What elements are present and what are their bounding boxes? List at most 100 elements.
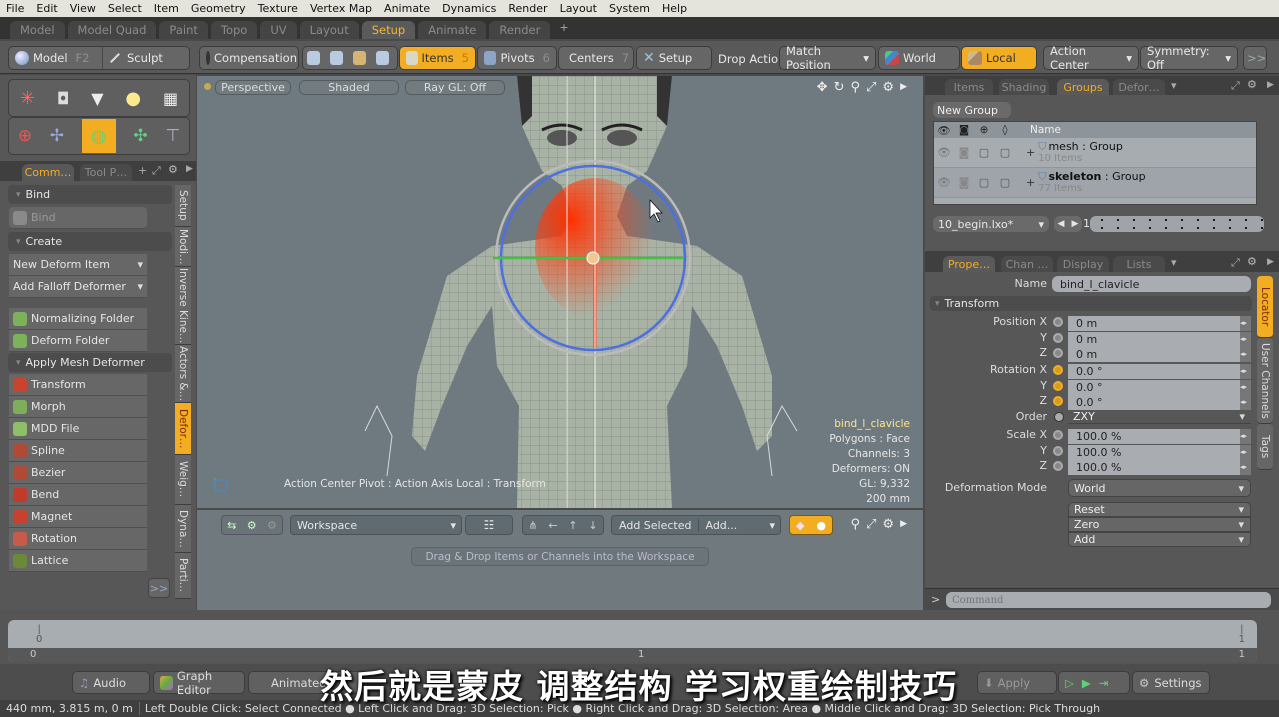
add-dropdown[interactable]: Add... xyxy=(699,519,743,532)
audio-button[interactable]: ♫ Audio xyxy=(72,671,150,694)
layout-tab-render[interactable]: Render xyxy=(489,21,551,39)
layout-tab-animate[interactable]: Animate xyxy=(418,21,487,39)
vtab-modi[interactable]: Modi… xyxy=(175,227,191,267)
key-icon[interactable] xyxy=(1053,317,1063,327)
material-mode-icon[interactable] xyxy=(376,51,389,65)
maximize-icon[interactable]: ⤢ xyxy=(1231,256,1240,270)
deformer-morph-button[interactable]: Morph xyxy=(9,396,147,418)
menu-layout[interactable]: Layout xyxy=(554,2,603,15)
character-mesh[interactable] xyxy=(197,76,923,508)
vtab-weig[interactable]: Weig… xyxy=(175,455,191,505)
key-icon[interactable] xyxy=(1053,380,1063,391)
menu-system[interactable]: System xyxy=(603,2,656,15)
bind-button[interactable]: Bind xyxy=(9,207,147,229)
value-field[interactable]: 0.0 ° xyxy=(1068,379,1240,395)
new-deform-item-dropdown[interactable]: New Deform Item ▾ xyxy=(9,254,147,276)
command-input[interactable] xyxy=(946,592,1271,608)
settings-button[interactable]: ⚙ Settings xyxy=(1132,671,1210,694)
toolbar-more-button[interactable]: >> xyxy=(1243,46,1267,70)
vtab-inverse-kine[interactable]: Inverse Kine… xyxy=(175,267,191,345)
scene-frames-strip[interactable] xyxy=(1090,216,1264,232)
tab-deformers[interactable]: Defor… xyxy=(1113,79,1165,95)
arrow-up-icon[interactable]: ↑ xyxy=(568,519,577,532)
setup-mode-button[interactable]: ✕ Setup xyxy=(636,46,712,70)
select-toggle[interactable]: ▢ xyxy=(994,176,1016,189)
order-dropdown[interactable]: ZXY xyxy=(1068,410,1251,424)
drag-arrows-icon[interactable]: ◂▸ xyxy=(1240,347,1251,362)
expand-icon[interactable]: + xyxy=(1026,176,1035,189)
add-selected-button[interactable]: Add Selected xyxy=(612,518,700,532)
key-icon[interactable] xyxy=(1053,396,1063,406)
lock-toggle[interactable]: ▢ xyxy=(974,146,994,159)
menu-geometry[interactable]: Geometry xyxy=(185,2,252,15)
key-icon[interactable] xyxy=(1053,365,1063,375)
chevron-down-icon[interactable]: ▾ xyxy=(1171,256,1177,269)
grid-layout-button[interactable]: ☷ xyxy=(465,515,513,535)
select-column-icon[interactable]: ◊ xyxy=(994,124,1016,136)
tab-command[interactable]: Comm… xyxy=(22,164,74,181)
gear-icon[interactable]: ⚙ xyxy=(1247,78,1257,91)
add-gear-icon[interactable]: ⚙ xyxy=(247,519,257,532)
vertex-mode-icon[interactable] xyxy=(307,51,320,65)
render-column-icon[interactable]: ◙ xyxy=(954,124,974,136)
tab-properties[interactable]: Prope… xyxy=(943,256,995,272)
item-name-field[interactable]: bind_l_clavicle xyxy=(1052,276,1251,292)
key-icon[interactable] xyxy=(1053,445,1063,456)
tab-groups[interactable]: Groups xyxy=(1057,79,1109,95)
layout-tab-layout[interactable]: Layout xyxy=(299,21,359,39)
deformer-bezier-button[interactable]: Bezier xyxy=(9,462,147,484)
value-field[interactable]: 0.0 ° xyxy=(1068,395,1240,410)
zero-dropdown[interactable]: Zero xyxy=(1068,517,1251,532)
deformer-mdd-file-button[interactable]: MDD File xyxy=(9,418,147,440)
section-bind[interactable]: Bind xyxy=(8,185,172,204)
step-icon[interactable]: ⇥ xyxy=(1099,676,1109,690)
order-key-icon[interactable] xyxy=(1054,412,1064,422)
rotate-gizmo-icon[interactable]: ⊕ xyxy=(18,126,32,146)
vtab-setup[interactable]: Setup xyxy=(175,185,191,227)
drag-arrows-icon[interactable]: ◂▸ xyxy=(1240,316,1251,331)
arrow-left-icon[interactable]: ← xyxy=(548,519,557,532)
hierarchy-icon[interactable]: ⊤ xyxy=(165,126,180,146)
visibility-eye-icon[interactable]: 👁 xyxy=(934,176,954,189)
world-button[interactable]: World xyxy=(878,46,960,70)
deformer-bend-button[interactable]: Bend xyxy=(9,484,147,506)
remove-gear-icon[interactable]: ⚙ xyxy=(267,519,277,532)
menu-render[interactable]: Render xyxy=(502,2,553,15)
drag-arrows-icon[interactable]: ◂▸ xyxy=(1240,429,1251,444)
layout-tab-model-quad[interactable]: Model Quad xyxy=(67,21,157,39)
scene-file-dropdown[interactable]: 10_begin.lxo* ▾ xyxy=(933,216,1049,232)
drag-arrows-icon[interactable]: ◂▸ xyxy=(1240,379,1251,395)
tab-display[interactable]: Display xyxy=(1057,256,1109,272)
menu-file[interactable]: File xyxy=(0,2,30,15)
deformer-spline-button[interactable]: Spline xyxy=(9,440,147,462)
deform-folder-button[interactable]: Deform Folder xyxy=(9,330,147,352)
polygon-mode-icon[interactable] xyxy=(353,51,366,65)
sculpt-mode-button[interactable]: Sculpt xyxy=(103,51,163,65)
locator-icon[interactable]: ✳ xyxy=(20,88,35,109)
menu-animate[interactable]: Animate xyxy=(378,2,436,15)
key-icon[interactable] xyxy=(1053,348,1063,358)
menu-item[interactable]: Item xyxy=(148,2,185,15)
drag-arrows-icon[interactable]: ◂▸ xyxy=(1240,460,1251,475)
more-button[interactable]: >> xyxy=(148,578,170,598)
chevron-down-icon[interactable]: ▾ xyxy=(1171,79,1177,92)
new-group-button[interactable]: New Group xyxy=(933,102,1011,118)
drag-arrows-icon[interactable]: ◂▸ xyxy=(1240,331,1251,347)
move-gizmo-icon[interactable]: ✢ xyxy=(50,126,64,146)
menu-vertex-map[interactable]: Vertex Map xyxy=(304,2,378,15)
point-light-icon[interactable]: ● xyxy=(125,88,141,109)
value-field[interactable]: 0 m xyxy=(1068,331,1240,347)
key-icon[interactable] xyxy=(1053,430,1063,440)
select-toggle[interactable]: ▢ xyxy=(994,146,1016,159)
section-create[interactable]: Create xyxy=(8,232,172,251)
menu-dynamics[interactable]: Dynamics xyxy=(436,2,502,15)
match-position-dropdown[interactable]: Match Position ▾ xyxy=(779,44,876,72)
side-tab-locator[interactable]: Locator xyxy=(1257,276,1273,338)
value-field[interactable]: 0.0 ° xyxy=(1068,364,1240,379)
render-icon[interactable]: ◙ xyxy=(954,146,974,159)
spotlight-icon[interactable]: ▼ xyxy=(91,89,103,108)
model-mode-button[interactable]: Model F2 xyxy=(9,47,103,69)
compensation-button[interactable]: Compensation xyxy=(199,46,299,70)
items-mode-button[interactable]: Items 5 xyxy=(399,46,476,70)
apply-button[interactable]: ⬇ Apply xyxy=(977,671,1057,694)
